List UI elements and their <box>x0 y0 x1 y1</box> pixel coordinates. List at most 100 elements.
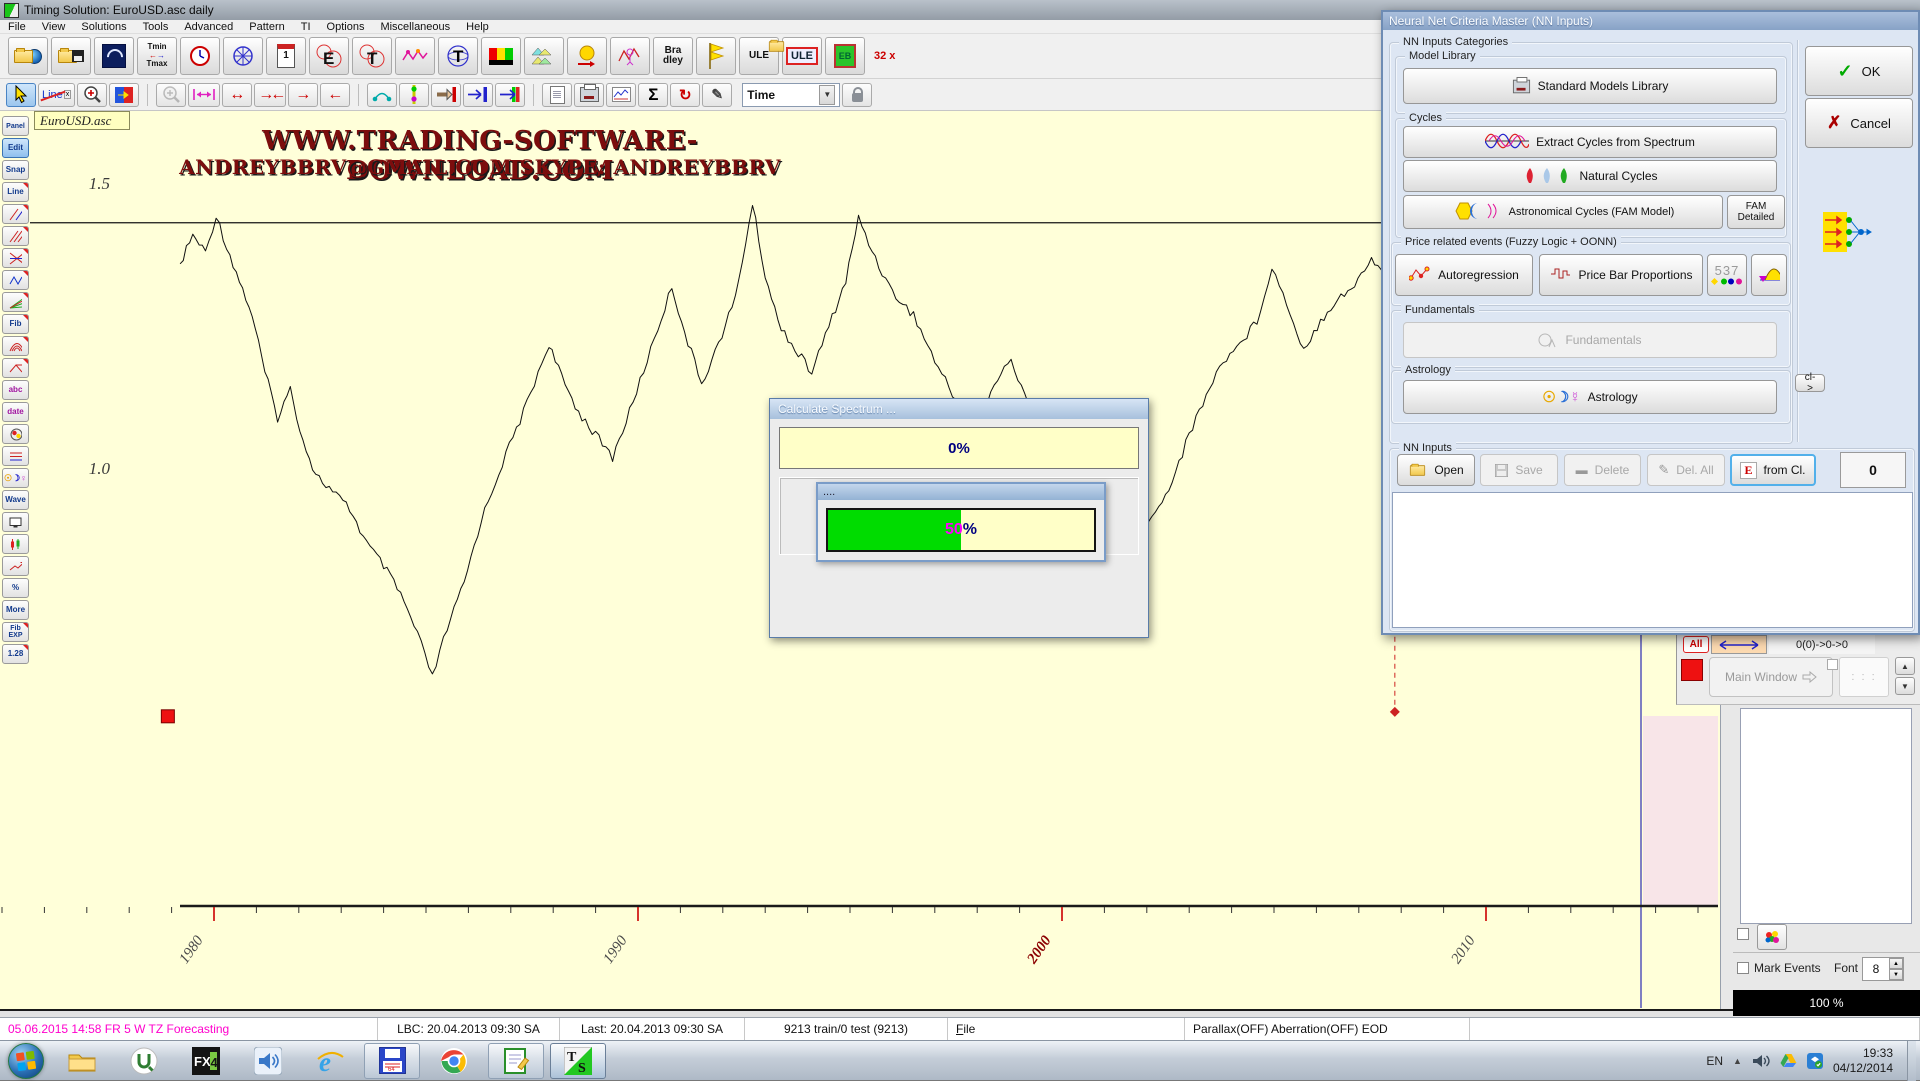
pointer-button[interactable] <box>6 83 36 107</box>
bradley-button[interactable]: Bradley <box>653 37 693 75</box>
show-desktop-button[interactable] <box>1907 1041 1916 1081</box>
taskbar-chrome[interactable] <box>426 1043 482 1079</box>
tray-expand-icon[interactable]: ▲ <box>1733 1056 1742 1066</box>
astro-wheel-button[interactable] <box>223 37 263 75</box>
astrology-button[interactable]: ☉☽☿ Astrology <box>1403 380 1777 414</box>
taskbar-backup-64[interactable]: 64 <box>364 1043 420 1079</box>
mark-events-checkbox[interactable] <box>1737 962 1749 974</box>
transit-button[interactable]: T <box>352 37 392 75</box>
language-indicator[interactable]: EN <box>1706 1054 1723 1068</box>
expand-button[interactable]: ↔ <box>222 83 252 107</box>
report-button[interactable] <box>542 83 572 107</box>
range-arrow-box[interactable] <box>1711 635 1767 654</box>
tray-dropbox-icon[interactable] <box>1807 1053 1823 1069</box>
chart-tab[interactable]: EuroUSD.asc <box>34 111 130 130</box>
tool-candles[interactable] <box>2 534 29 554</box>
main-window-checkbox[interactable] <box>1827 659 1838 670</box>
from-cl-button[interactable]: E from Cl. <box>1730 454 1816 486</box>
fundamentals-button[interactable]: Fundamentals <box>1403 322 1777 358</box>
tool-percent[interactable]: % <box>2 578 29 598</box>
tool-screen[interactable] <box>2 512 29 532</box>
easy-book-button[interactable]: EB <box>825 37 865 75</box>
taskbar-explorer[interactable] <box>54 1043 110 1079</box>
extract-cycles-button[interactable]: Extract Cycles from Spectrum <box>1403 126 1777 158</box>
triangle-wave-button[interactable] <box>1751 254 1787 296</box>
flag-button[interactable] <box>696 37 736 75</box>
tool-levels[interactable] <box>2 446 29 466</box>
nn-dialog-title[interactable]: Neural Net Criteria Master (NN Inputs) <box>1383 12 1918 30</box>
icon-row-checkbox[interactable] <box>1737 928 1749 940</box>
arc-dots-button[interactable] <box>367 83 397 107</box>
tool-wave[interactable]: Wave <box>2 490 29 510</box>
open-web-button[interactable] <box>8 37 48 75</box>
tool-edit[interactable]: Edit <box>2 138 29 158</box>
menu-help[interactable]: Help <box>458 20 497 33</box>
menu-ti[interactable]: TI <box>293 20 319 33</box>
time-globe-button[interactable]: T <box>438 37 478 75</box>
tool-date[interactable]: date <box>2 402 29 422</box>
fam-detailed-button[interactable]: FAM Detailed <box>1727 195 1785 229</box>
shift-left-button[interactable]: ← <box>320 83 350 107</box>
tool-planet-ball[interactable] <box>2 424 29 444</box>
refresh-button[interactable]: ↻ <box>670 83 700 107</box>
tool-trend-arrow[interactable] <box>2 556 29 576</box>
bicolor-flag-button[interactable] <box>109 83 139 107</box>
events-list[interactable] <box>1740 708 1912 924</box>
ule-button[interactable]: ULE <box>782 37 822 75</box>
sun-arrow-button[interactable] <box>567 37 607 75</box>
taskbar-fx-tool[interactable]: FX4 <box>178 1043 234 1079</box>
menu-pattern[interactable]: Pattern <box>241 20 292 33</box>
ok-button[interactable]: ✓ OK <box>1805 46 1913 96</box>
price-bar-proportions-button[interactable]: Price Bar Proportions <box>1539 254 1703 296</box>
natural-cycles-button[interactable]: Natural Cycles <box>1403 160 1777 192</box>
pole-button[interactable] <box>399 83 429 107</box>
color-dots-button[interactable] <box>1757 924 1787 950</box>
font-spin-arrows[interactable]: ▲▼ <box>1889 958 1903 980</box>
tool-astro-symbols[interactable]: ☉☽♀ <box>2 468 29 488</box>
tool-more[interactable]: More <box>2 600 29 620</box>
delete-button[interactable]: ▬ Delete <box>1564 454 1641 486</box>
chevron-down-icon[interactable]: ▼ <box>819 85 835 105</box>
menu-solutions[interactable]: Solutions <box>73 20 134 33</box>
print-button[interactable] <box>574 83 604 107</box>
go-to-bar-button[interactable] <box>431 83 461 107</box>
zoom-in-button[interactable] <box>77 83 107 107</box>
spin-down-button[interactable]: ▼ <box>1895 677 1915 695</box>
zigzag-model-button[interactable] <box>395 37 435 75</box>
ephemeris-button[interactable]: E <box>309 37 349 75</box>
taskbar-notes[interactable] <box>488 1043 544 1079</box>
mini-chart-button[interactable] <box>606 83 636 107</box>
tool-line[interactable]: Line <box>2 182 29 202</box>
tool-fan-lines[interactable] <box>2 292 29 312</box>
spectrum-dialog-title[interactable]: Calculate Spectrum ... <box>770 399 1148 419</box>
collapse-button[interactable]: →← <box>254 83 286 107</box>
open-button[interactable]: Open <box>1397 454 1475 486</box>
save-button[interactable] <box>51 37 91 75</box>
menu-view[interactable]: View <box>34 20 74 33</box>
menu-miscellaneous[interactable]: Miscellaneous <box>372 20 458 33</box>
tool-ratio-128[interactable]: 1.28 <box>2 644 29 664</box>
clock[interactable]: 19:33 04/12/2014 <box>1833 1046 1897 1076</box>
tool-fib[interactable]: Fib <box>2 314 29 334</box>
tool-cross-lines[interactable] <box>2 248 29 268</box>
astronomical-cycles-button[interactable]: Astronomical Cycles (FAM Model) <box>1403 195 1723 229</box>
timeframe-select[interactable]: Time▼ <box>742 83 840 107</box>
astro-zigzag-button[interactable] <box>610 37 650 75</box>
color-stripes-button[interactable] <box>481 37 521 75</box>
tool-parallel-lines[interactable] <box>2 204 29 224</box>
stop-square[interactable] <box>1681 659 1703 681</box>
tool-fib-exp[interactable]: FibEXP <box>2 622 29 642</box>
taskbar-volume-app[interactable] <box>240 1043 296 1079</box>
tray-volume-icon[interactable] <box>1752 1054 1770 1068</box>
del-all-button[interactable]: ✎ Del. All <box>1647 454 1725 486</box>
ule-open-button[interactable]: ULE <box>739 37 779 75</box>
menu-advanced[interactable]: Advanced <box>176 20 241 33</box>
spectrum-button[interactable] <box>524 37 564 75</box>
tool-text[interactable]: abc <box>2 380 29 400</box>
spectrum-inner-title[interactable]: .... <box>818 484 1104 500</box>
sum-button[interactable]: Σ <box>638 83 668 107</box>
nn-inputs-list[interactable] <box>1392 492 1913 628</box>
digits-537-button[interactable]: 537 <box>1707 254 1747 296</box>
edit-tools-button[interactable]: ✎ <box>702 83 732 107</box>
line-tool-button[interactable]: Linex <box>38 83 75 107</box>
